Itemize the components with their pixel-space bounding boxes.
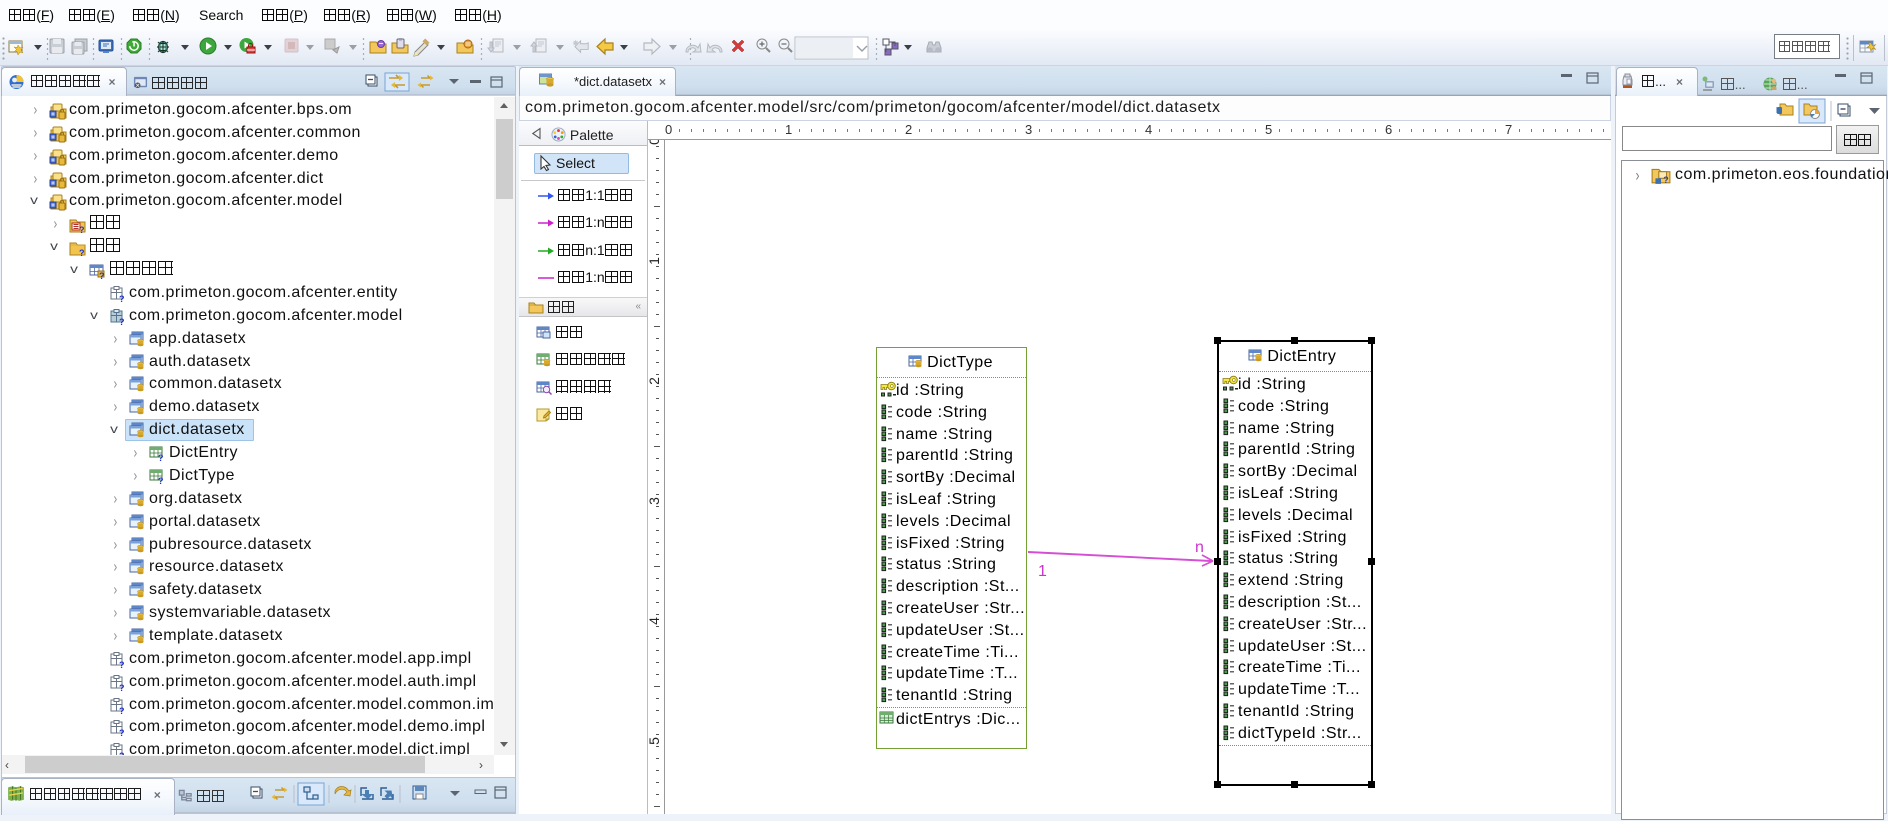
svg-text:n: n (1195, 539, 1204, 556)
svg-text:1: 1 (1038, 563, 1047, 580)
svg-text:?: ? (119, 683, 125, 693)
svg-text:?: ? (158, 453, 164, 463)
svg-text:?: ? (119, 706, 125, 716)
svg-text:?: ? (119, 660, 125, 670)
svg-text:?: ? (119, 317, 125, 327)
svg-text:?: ? (1663, 175, 1668, 185)
svg-text:?: ? (79, 248, 85, 258)
svg-text:?: ? (119, 294, 125, 304)
svg-text:?: ? (99, 271, 105, 281)
svg-text:?: ? (119, 728, 125, 738)
svg-text:?: ? (79, 225, 85, 235)
svg-text:?: ? (158, 476, 164, 486)
